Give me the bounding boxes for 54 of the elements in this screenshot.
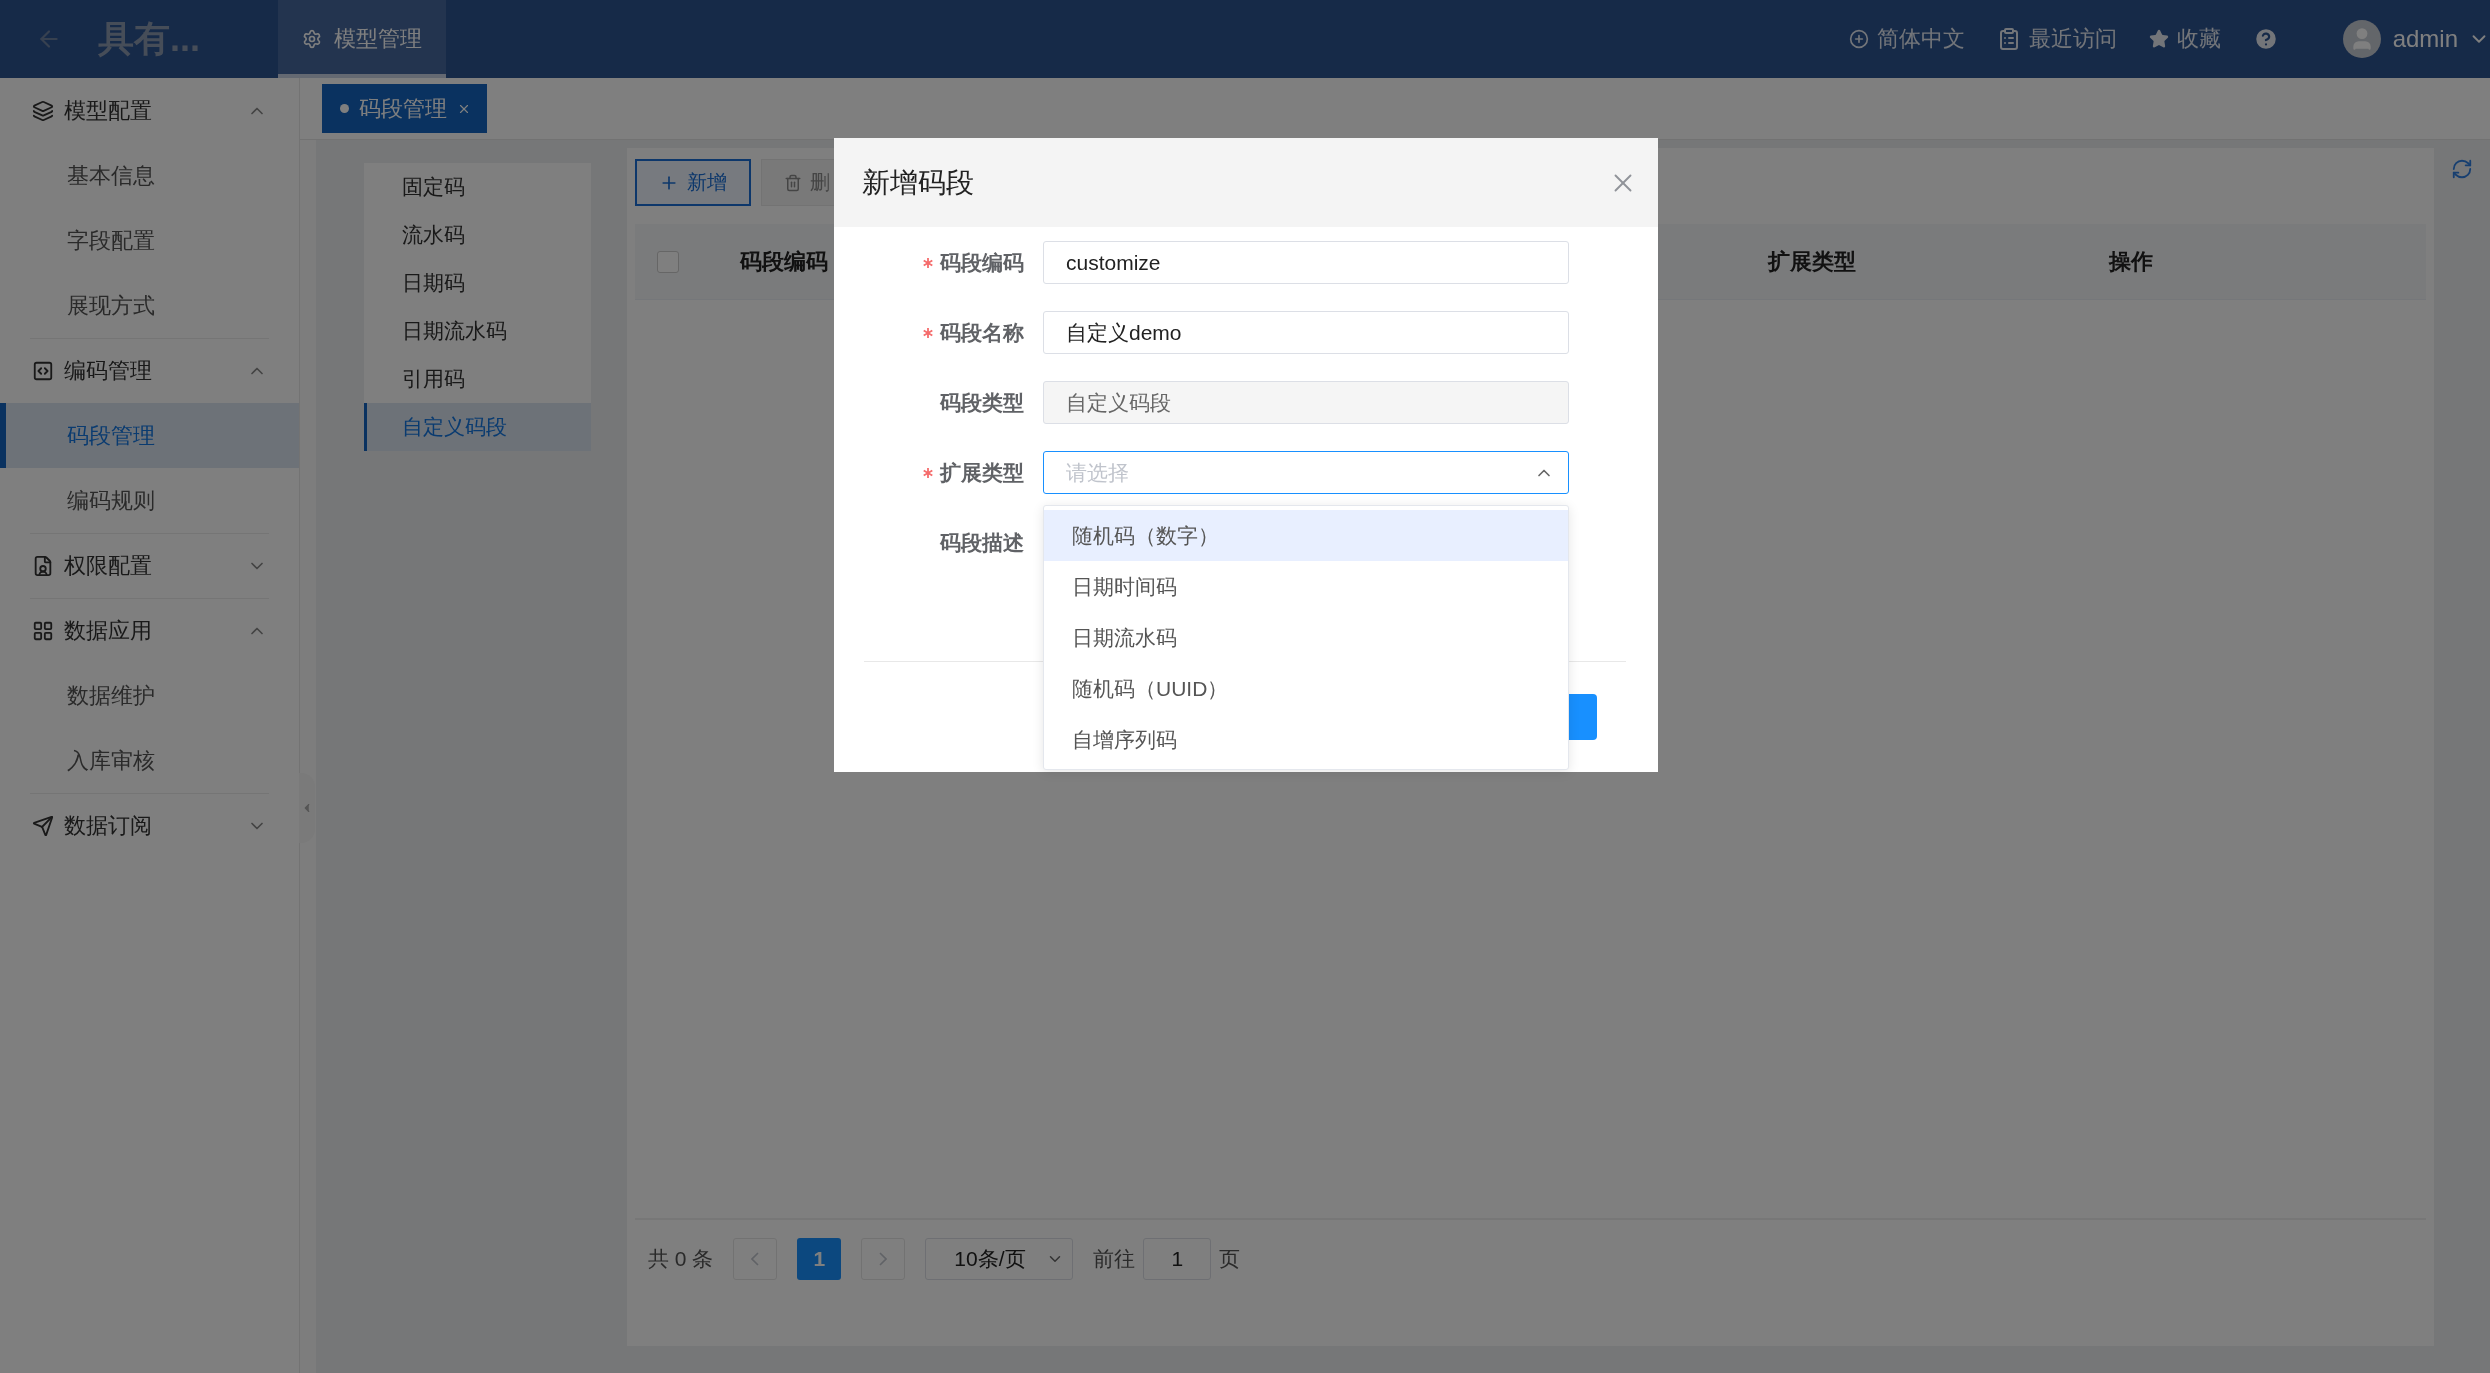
total-count: 共 0 条 (648, 1246, 714, 1272)
field-label: 码段名称 (940, 319, 1024, 346)
sidebar-group[interactable]: 数据订阅 (30, 793, 269, 858)
header-link[interactable]: 最近访问 (1996, 24, 2117, 54)
dropdown-option[interactable]: 随机码（数字） (1044, 510, 1568, 561)
input-field[interactable]: customize (1043, 241, 1569, 284)
paper-plane-icon (32, 815, 54, 837)
sidebar-item[interactable]: 数据维护 (0, 663, 299, 728)
chevron-right-icon (879, 1252, 888, 1266)
star-icon (2148, 29, 2169, 49)
goto-label: 前往 (1093, 1246, 1136, 1272)
page-tag[interactable]: 码段管理 (322, 84, 487, 133)
dropdown-option[interactable]: 自增序列码 (1044, 714, 1568, 765)
sidebar-item[interactable]: 入库审核 (0, 728, 299, 793)
sidebar-group[interactable]: 权限配置 (30, 533, 269, 598)
dot-icon (340, 104, 349, 113)
field-label: 码段类型 (940, 389, 1024, 416)
page-number[interactable]: 1 (797, 1238, 842, 1280)
document-user-icon (32, 555, 54, 577)
segment-type-item[interactable]: 自定义码段 (364, 403, 591, 451)
user-name[interactable]: admin (2392, 25, 2458, 53)
page-unit: 页 (1219, 1246, 1241, 1272)
page-input[interactable]: 1 (1143, 1238, 1212, 1280)
sidebar-item[interactable]: 展现方式 (0, 273, 299, 338)
dropdown-option[interactable]: 随机码（UUID） (1044, 663, 1568, 714)
field-label: 码段描述 (940, 529, 1024, 556)
column-header: 码段编码 (740, 247, 828, 276)
dialog-title: 新增码段 (862, 165, 974, 200)
sidebar-item[interactable]: 编码规则 (0, 468, 299, 533)
gear-icon (302, 29, 322, 49)
code-icon (32, 360, 54, 382)
header-link[interactable]: 收藏 (2148, 24, 2221, 54)
avatar[interactable] (2342, 20, 2381, 58)
field-label: 扩展类型 (940, 459, 1024, 486)
sidebar-group[interactable]: 模型配置 (0, 78, 299, 143)
sidebar-item[interactable]: 基本信息 (0, 143, 299, 208)
field-label: 码段编码 (940, 249, 1024, 276)
trash-icon (784, 173, 802, 192)
grid-icon (32, 620, 54, 642)
page-size-select[interactable]: 10条/页 (925, 1238, 1074, 1280)
dropdown-option[interactable]: 日期时间码 (1044, 561, 1568, 612)
layers-icon (32, 99, 54, 122)
column-header: 扩展类型 (1768, 247, 1856, 276)
input-field[interactable]: 自定义demo (1043, 311, 1569, 354)
header-link[interactable]: 简体中文 (1848, 24, 1965, 54)
sidebar-group[interactable]: 数据应用 (30, 598, 269, 663)
chevron-left-icon (751, 1252, 760, 1266)
dropdown-option[interactable]: 日期流水码 (1044, 612, 1568, 663)
sidebar-item[interactable]: 字段配置 (0, 208, 299, 273)
add-button[interactable]: 新增 (635, 159, 751, 206)
sidebar-item[interactable]: 码段管理 (0, 403, 299, 468)
column-header: 操作 (2109, 247, 2153, 276)
refresh-icon[interactable] (2451, 158, 2473, 180)
checkbox[interactable] (657, 250, 679, 273)
